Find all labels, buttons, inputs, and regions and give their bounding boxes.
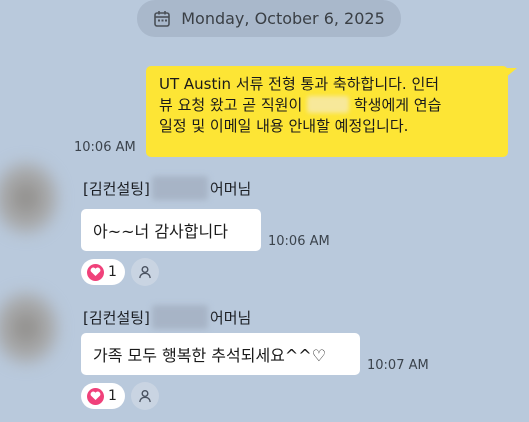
my-message-bubble[interactable]: UT Austin 서류 전형 통과 축하합니다. 인터 뷰 요청 왔고 곧 직…: [146, 66, 508, 157]
person-icon: [139, 266, 151, 279]
redacted-name: [151, 176, 208, 200]
add-reaction-button[interactable]: [130, 258, 159, 286]
calendar-icon: [154, 10, 171, 27]
my-message-line-1: UT Austin 서류 전형 통과 축하합니다. 인터: [159, 75, 440, 93]
avatar[interactable]: [0, 288, 62, 368]
add-reaction-button[interactable]: [130, 382, 159, 410]
date-label: Monday, October 6, 2025: [181, 9, 385, 28]
my-message-line-3: 일정 및 이메일 내용 안내할 예정입니다.: [159, 117, 409, 135]
my-message-time: 10:06 AM: [74, 140, 136, 155]
sender-name: [김컨설팅] 어머님: [83, 176, 251, 200]
reaction-count: 1: [108, 264, 117, 280]
sender-name: [김컨설팅] 어머님: [83, 305, 251, 329]
heart-reaction-button[interactable]: 1: [81, 259, 125, 285]
reaction-bar: 1: [81, 382, 159, 410]
heart-reaction-button[interactable]: 1: [81, 383, 125, 409]
redacted-name: [151, 305, 208, 329]
heart-icon: [87, 387, 104, 405]
heart-icon: [87, 263, 104, 281]
person-icon: [139, 390, 151, 403]
message-time: 10:07 AM: [367, 358, 429, 373]
message-text: 가족 모두 행복한 추석되세요^^♡: [93, 346, 327, 365]
message-time: 10:06 AM: [268, 234, 330, 249]
avatar[interactable]: [0, 158, 62, 238]
date-divider: Monday, October 6, 2025: [137, 0, 401, 37]
reaction-bar: 1: [81, 258, 159, 286]
redacted-name: [307, 96, 350, 113]
message-bubble[interactable]: 아~~너 감사합니다: [81, 209, 261, 251]
message-text: 아~~너 감사합니다: [93, 222, 228, 241]
my-message-line-2: 뷰 요청 왔고 곧 직원이 학생에게 연습: [159, 96, 442, 114]
message-bubble[interactable]: 가족 모두 행복한 추석되세요^^♡: [81, 333, 360, 375]
reaction-count: 1: [108, 388, 117, 404]
